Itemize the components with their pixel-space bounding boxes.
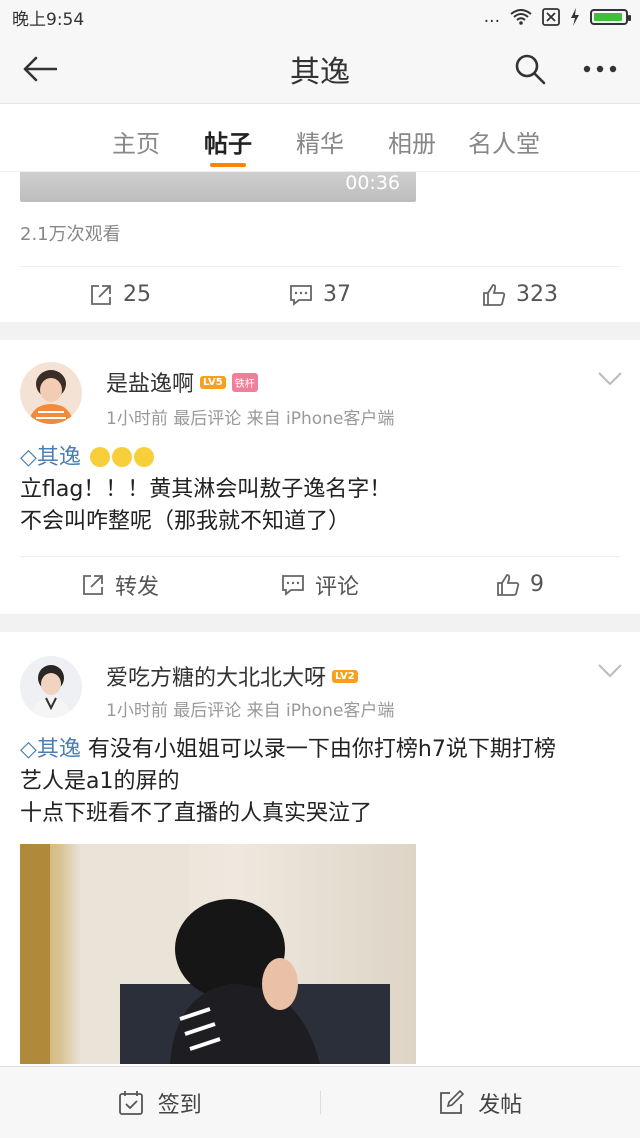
post-text-line: 艺人是a1的屏的 — [20, 769, 180, 794]
like-count: 323 — [516, 282, 558, 307]
repost-count: 25 — [123, 282, 151, 307]
tab-featured[interactable]: 精华 — [274, 104, 366, 171]
post-card: 是盐逸啊 LV5 铁杆 1小时前 最后评论 来自 iPhone客户端 ◇其逸 立… — [0, 340, 640, 614]
repost-button[interactable]: 转发 — [20, 557, 220, 612]
top-post-actions: 25 37 323 — [20, 266, 620, 322]
topic-link[interactable]: ◇其逸 — [20, 445, 81, 470]
post-card: 爱吃方糖的大北北大呀 LV2 1小时前 最后评论 来自 iPhone客户端 ◇其… — [0, 632, 640, 1066]
tab-hall-of-fame[interactable]: 名人堂 — [458, 104, 550, 171]
topic-link[interactable]: ◇其逸 — [20, 737, 81, 762]
comment-button[interactable]: 37 — [220, 267, 420, 322]
comment-count: 37 — [323, 282, 351, 307]
laugh-cry-emoji-icon — [89, 447, 110, 467]
battery-icon — [590, 9, 631, 25]
chevron-down-icon[interactable] — [598, 372, 622, 386]
comment-label: 评论 — [314, 574, 359, 600]
new-post-button[interactable]: 发帖 — [321, 1067, 640, 1138]
top-post-card: 00:36 2.1万次观看 25 37 323 — [0, 172, 640, 322]
post-text-line: 不会叫咋整呢（那我就不知道了） — [20, 509, 351, 534]
status-time: 晚上9:54 — [12, 9, 85, 30]
charging-icon — [571, 8, 579, 26]
thumbs-up-icon — [483, 283, 506, 306]
tab-album[interactable]: 相册 — [366, 104, 458, 171]
tab-bar: 主页 帖子 精华 相册 名人堂 — [0, 104, 640, 172]
post-meta: 1小时前 最后评论 来自 iPhone客户端 — [106, 701, 395, 721]
post-text-line: 有没有小姐姐可以录一下由你打榜h7说下期打榜 — [80, 737, 556, 762]
signal-icon: ... — [483, 7, 500, 27]
post-meta: 1小时前 最后评论 来自 iPhone客户端 — [106, 409, 395, 429]
repost-button[interactable]: 25 — [20, 267, 220, 322]
bottom-bar: 签到 发帖 — [0, 1066, 640, 1138]
laugh-cry-emoji-icon — [133, 447, 154, 467]
tab-posts[interactable]: 帖子 — [182, 104, 274, 171]
like-count: 9 — [530, 572, 544, 597]
back-arrow-icon[interactable] — [20, 49, 60, 89]
repost-label: 转发 — [114, 574, 159, 600]
nav-bar: 其逸 — [0, 34, 640, 104]
view-count: 2.1万次观看 — [20, 224, 121, 245]
topic-name: 其逸 — [36, 737, 81, 762]
sim-icon — [542, 8, 560, 26]
username-row: 爱吃方糖的大北北大呀 LV2 — [106, 660, 358, 692]
level-badge: LV5 — [200, 375, 226, 389]
post-actions: 转发 评论 9 — [20, 556, 620, 612]
comment-button[interactable]: 评论 — [220, 557, 420, 612]
comment-icon — [290, 284, 312, 306]
laugh-cry-emoji-icon — [111, 447, 132, 467]
search-icon[interactable] — [510, 49, 550, 89]
more-icon[interactable] — [580, 49, 620, 89]
level-badge: LV2 — [332, 669, 358, 683]
username-row: 是盐逸啊 LV5 铁杆 — [106, 366, 258, 398]
username[interactable]: 爱吃方糖的大北北大呀 — [106, 660, 326, 692]
post-image[interactable] — [20, 844, 416, 1064]
thumbs-up-icon — [497, 573, 520, 596]
wifi-icon — [510, 9, 532, 25]
checkin-button[interactable]: 签到 — [0, 1067, 320, 1138]
status-bar: 晚上9:54 ... — [0, 0, 640, 34]
video-thumbnail[interactable]: 00:36 — [20, 172, 416, 202]
post-text-line: 立flag！！！黄其淋会叫敖子逸名字！ — [20, 477, 392, 502]
avatar[interactable] — [20, 362, 82, 424]
comment-icon — [282, 574, 304, 596]
new-post-label: 发帖 — [478, 1092, 523, 1118]
status-icons: ... — [483, 7, 631, 27]
avatar[interactable] — [20, 656, 82, 718]
video-duration: 00:36 — [345, 172, 400, 194]
post-content: ◇其逸 立flag！！！黄其淋会叫敖子逸名字！ 不会叫咋整呢（那我就不知道了） — [20, 442, 620, 538]
tab-home[interactable]: 主页 — [90, 104, 182, 171]
like-button[interactable]: 9 — [420, 557, 620, 612]
like-button[interactable]: 323 — [420, 267, 620, 322]
repost-icon — [83, 574, 103, 595]
fan-badge: 铁杆 — [231, 372, 258, 392]
checkin-label: 签到 — [157, 1092, 202, 1118]
topic-name: 其逸 — [36, 445, 81, 470]
chevron-down-icon[interactable] — [598, 664, 622, 678]
username[interactable]: 是盐逸啊 — [106, 366, 194, 398]
repost-icon — [91, 284, 111, 305]
compose-icon — [440, 1089, 465, 1114]
post-content: ◇其逸 有没有小姐姐可以录一下由你打榜h7说下期打榜 艺人是a1的屏的 十点下班… — [20, 734, 620, 830]
calendar-check-icon — [118, 1090, 143, 1115]
post-text-line: 十点下班看不了直播的人真实哭泣了 — [20, 801, 373, 826]
